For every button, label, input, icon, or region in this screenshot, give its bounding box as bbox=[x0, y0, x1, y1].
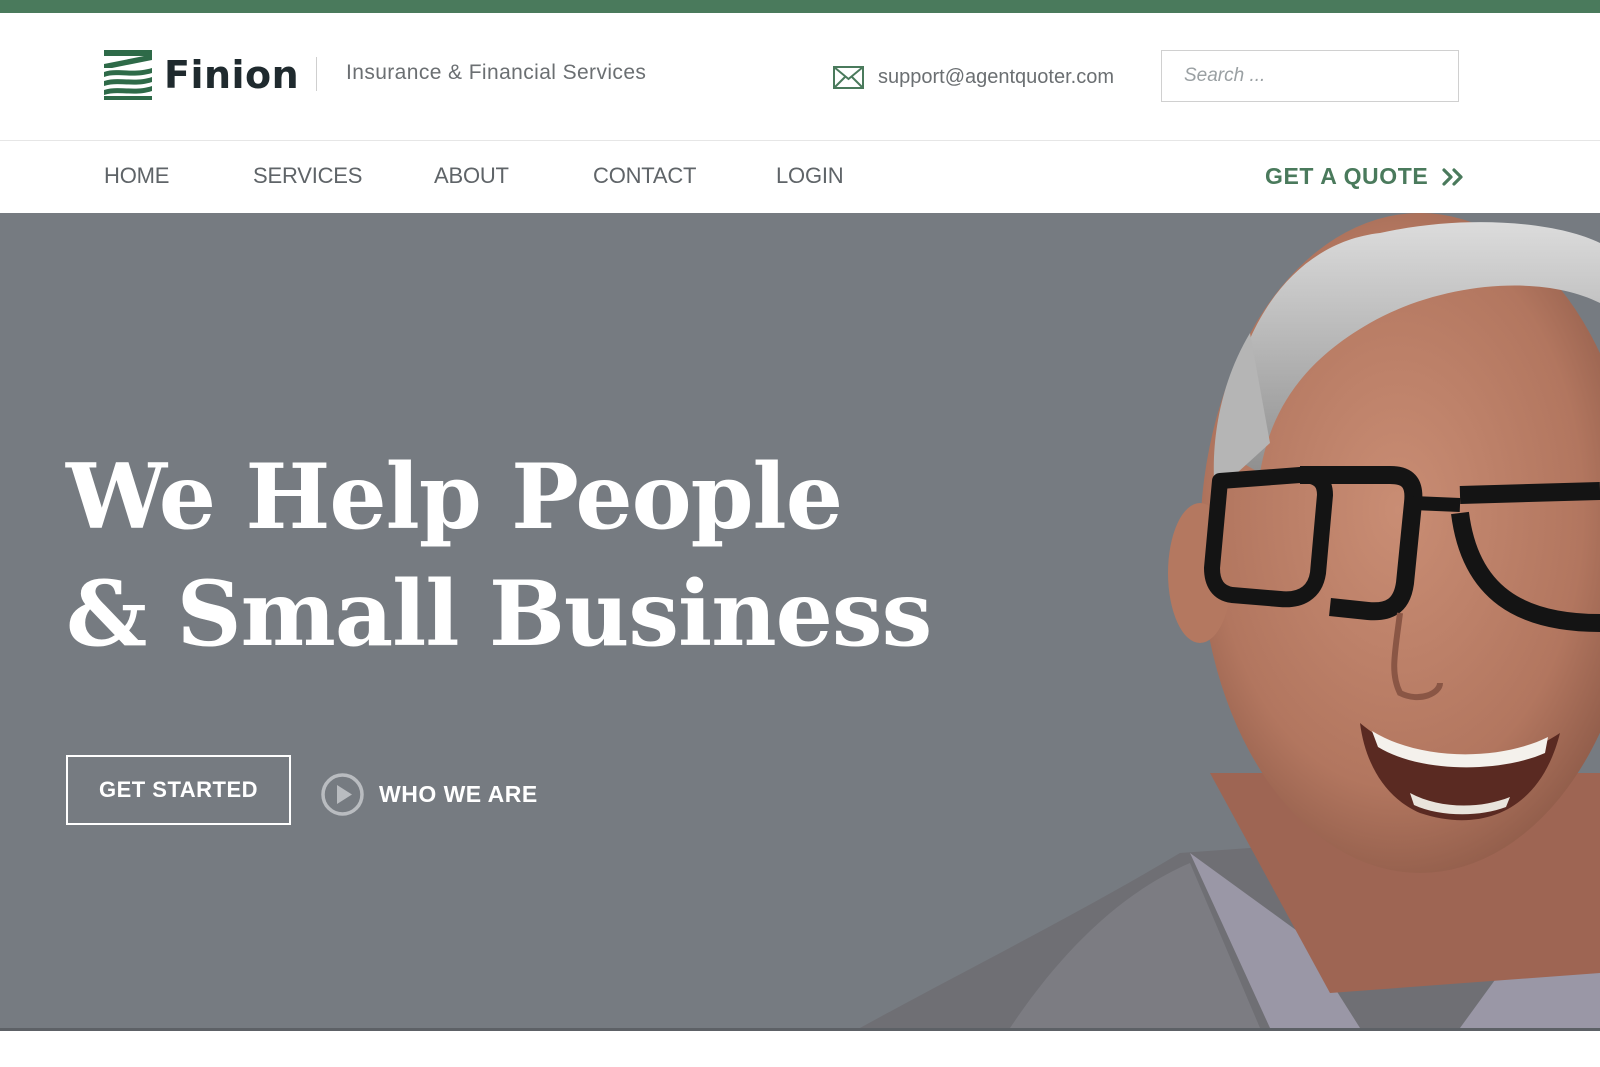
brand-name: Finion bbox=[164, 53, 300, 97]
hero-title: We Help People & Small Business bbox=[66, 439, 932, 673]
get-a-quote-link[interactable]: GET A QUOTE bbox=[1265, 163, 1464, 190]
who-we-are-link[interactable]: WHO WE ARE bbox=[320, 772, 538, 817]
top-accent-bar bbox=[0, 0, 1600, 13]
play-circle-icon bbox=[321, 773, 364, 816]
hero-title-line-2: & Small Business bbox=[66, 561, 932, 667]
contact-email-link[interactable]: support@agentquoter.com bbox=[833, 61, 1114, 93]
finion-logo-icon bbox=[104, 50, 152, 100]
bottom-strip bbox=[0, 1028, 1600, 1067]
header-divider bbox=[316, 57, 317, 91]
nav-item-home[interactable]: HOME bbox=[104, 163, 169, 189]
nav-item-services[interactable]: SERVICES bbox=[253, 163, 362, 189]
hero-title-line-1: We Help People bbox=[66, 444, 843, 550]
nav-item-about[interactable]: ABOUT bbox=[434, 163, 509, 189]
search-input[interactable] bbox=[1162, 51, 1458, 101]
brand-tagline: Insurance & Financial Services bbox=[346, 61, 647, 84]
get-a-quote-label: GET A QUOTE bbox=[1265, 163, 1429, 189]
who-we-are-label: WHO WE ARE bbox=[379, 781, 538, 807]
nav-item-contact[interactable]: CONTACT bbox=[593, 163, 696, 189]
brand-logo[interactable]: Finion bbox=[104, 49, 299, 101]
search-box bbox=[1161, 50, 1459, 102]
site-header: Finion Insurance & Financial Services su… bbox=[0, 13, 1600, 141]
main-nav: HOME SERVICES ABOUT CONTACT LOGIN GET A … bbox=[0, 141, 1600, 213]
get-started-button[interactable]: GET STARTED bbox=[66, 755, 291, 825]
hero-section: We Help People & Small Business GET STAR… bbox=[0, 213, 1600, 1028]
envelope-icon bbox=[833, 65, 864, 89]
nav-item-login[interactable]: LOGIN bbox=[776, 163, 844, 189]
double-chevron-right-icon bbox=[1442, 167, 1463, 186]
contact-email-text: support@agentquoter.com bbox=[878, 65, 1115, 88]
